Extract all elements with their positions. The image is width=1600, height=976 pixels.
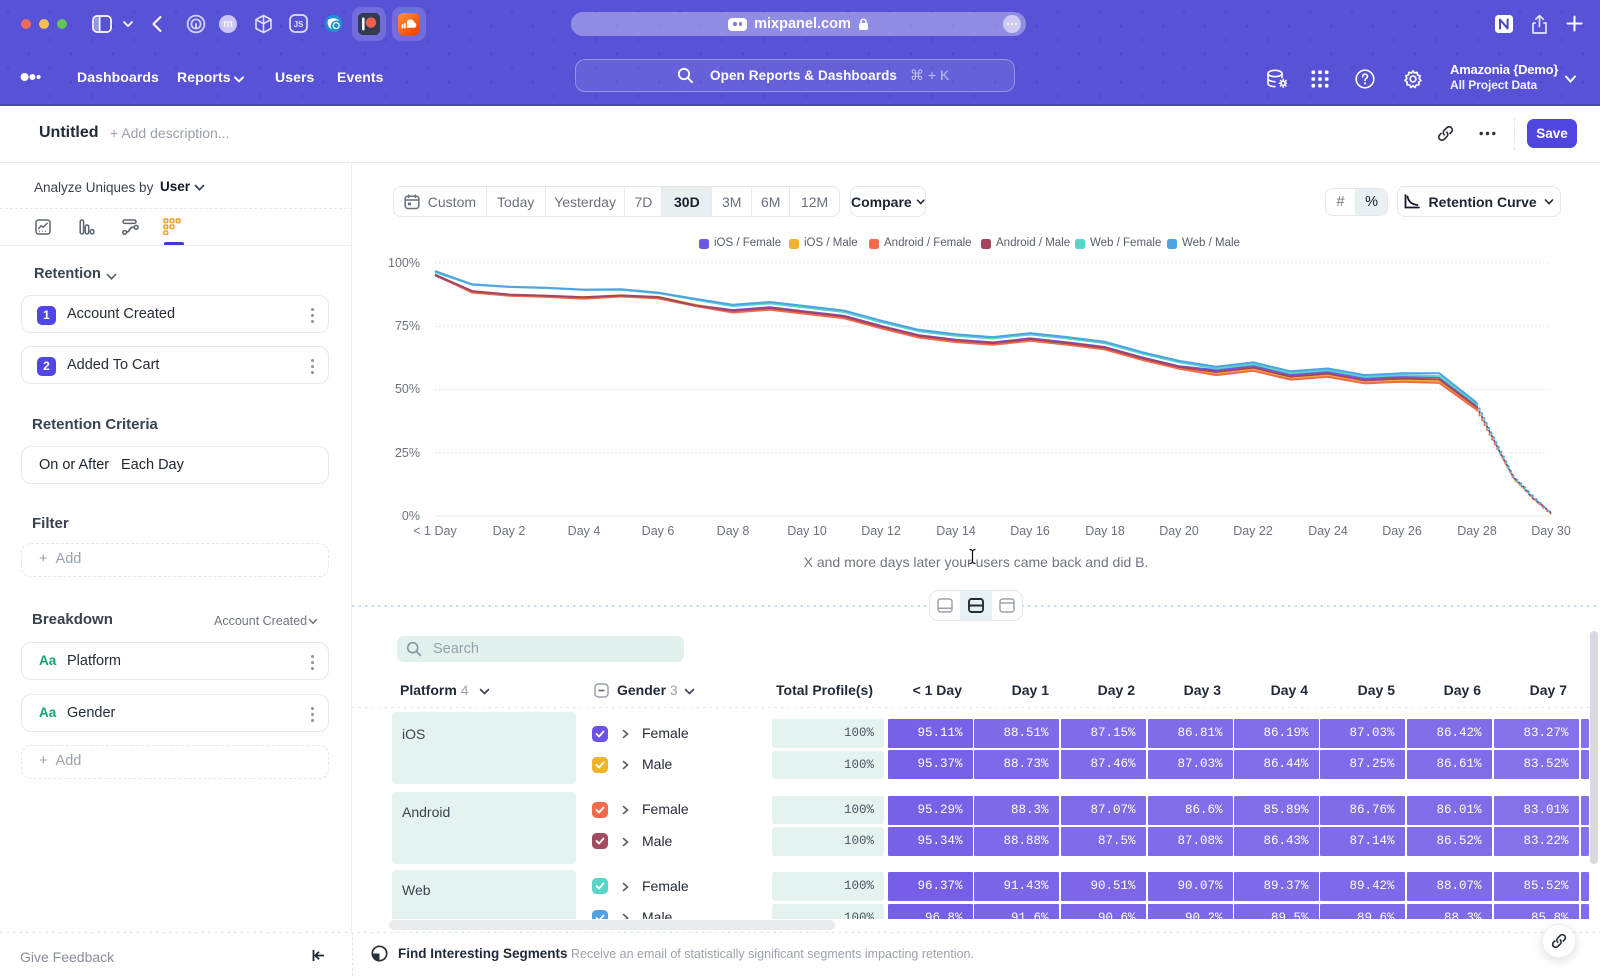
svg-text:JS: JS xyxy=(294,20,304,29)
